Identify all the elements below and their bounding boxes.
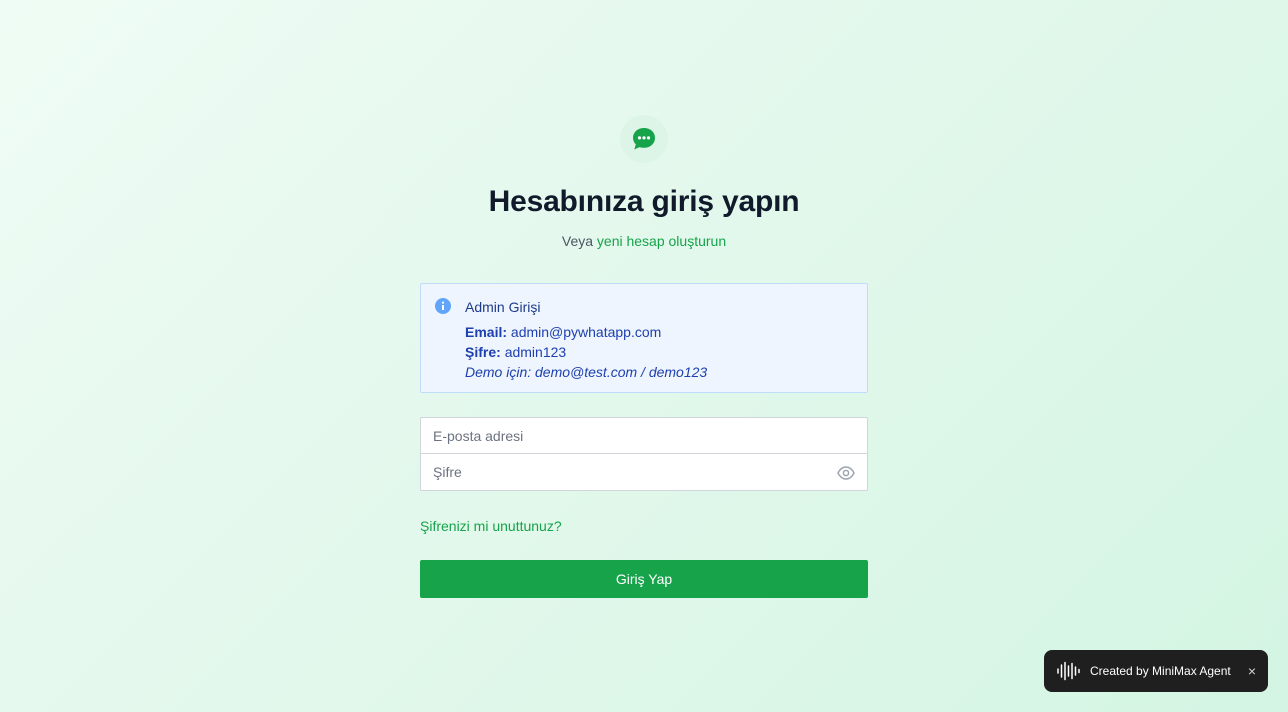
info-email-line: Email: admin@pywhatapp.com	[465, 322, 707, 342]
badge-label: Created by MiniMax Agent	[1090, 664, 1231, 678]
minimax-badge[interactable]: Created by MiniMax Agent ×	[1044, 650, 1268, 692]
app-logo	[620, 115, 668, 163]
eye-icon[interactable]	[837, 464, 855, 482]
forgot-password-link[interactable]: Şifrenizi mi unuttunuz?	[420, 518, 562, 534]
waveform-icon	[1057, 661, 1080, 681]
subtitle-prefix: Veya	[561, 233, 594, 249]
admin-info-box: Admin Girişi Email: admin@pywhatapp.com …	[420, 283, 868, 393]
info-email-label: Email:	[465, 324, 508, 340]
info-heading: Admin Girişi	[465, 299, 541, 315]
info-email-value: admin@pywhatapp.com	[510, 324, 662, 340]
info-text: Admin Girişi Email: admin@pywhatapp.com …	[465, 298, 707, 382]
login-button[interactable]: Giriş Yap	[420, 560, 868, 598]
register-link[interactable]: yeni hesap oluşturun	[597, 233, 726, 249]
info-password-value: admin123	[504, 344, 567, 360]
email-field[interactable]	[421, 418, 867, 453]
chat-bubble-icon	[633, 128, 655, 150]
info-icon	[435, 298, 451, 314]
info-demo-text: Demo için: demo@test.com / demo123	[465, 364, 708, 380]
email-field-wrapper	[420, 417, 868, 454]
page-title: Hesabınıza giriş yapın	[488, 185, 800, 218]
badge-close-button[interactable]: ×	[1248, 664, 1256, 678]
info-password-line: Şifre: admin123	[465, 342, 707, 362]
subtitle: Veya yeni hesap oluşturun	[0, 233, 1288, 249]
password-field-wrapper	[420, 453, 868, 491]
password-field[interactable]	[421, 454, 867, 490]
login-fields	[420, 417, 868, 491]
info-password-label: Şifre:	[465, 344, 501, 360]
